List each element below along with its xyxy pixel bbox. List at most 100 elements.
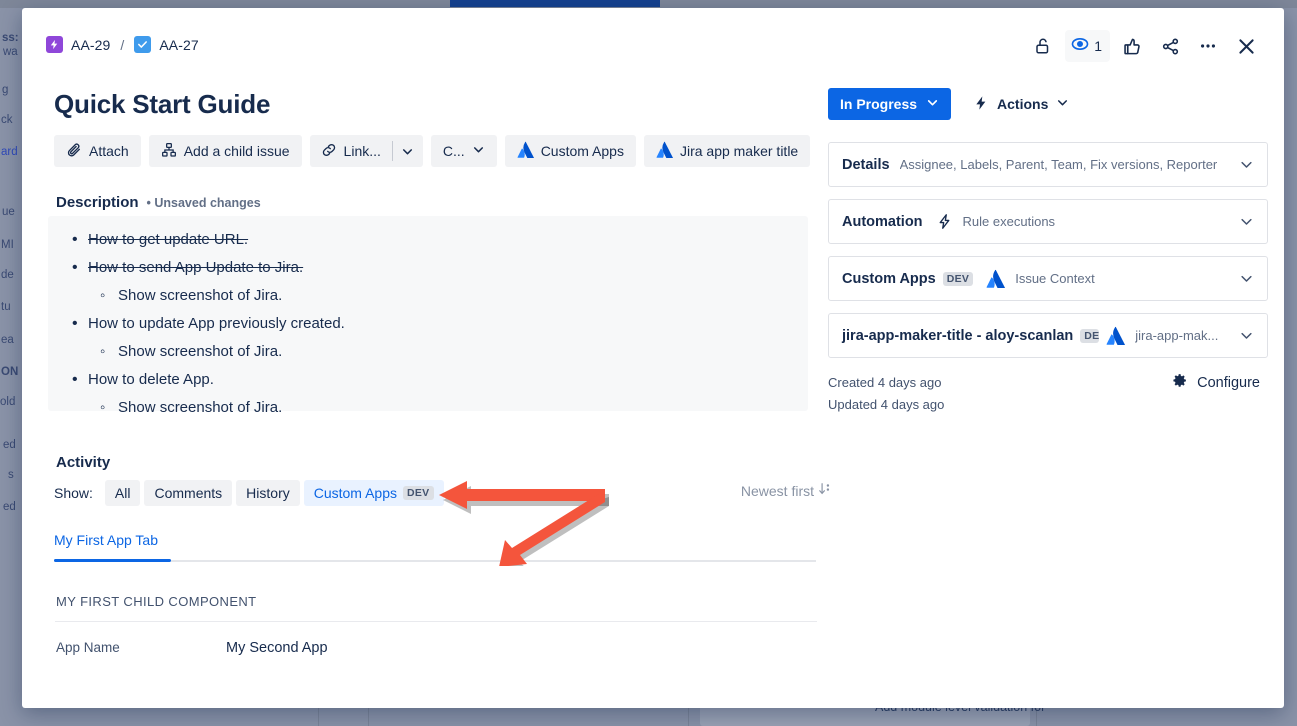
thumbs-up-icon[interactable]	[1116, 30, 1148, 62]
description-body[interactable]: How to get update URL. How to send App U…	[48, 216, 808, 422]
dev-badge: DEV	[403, 486, 434, 500]
atlassian-icon	[1106, 326, 1126, 345]
dev-badge: DEV	[1080, 328, 1100, 343]
sort-descending-icon	[818, 482, 832, 499]
configure-button[interactable]: Configure	[1171, 372, 1268, 393]
atlassian-icon	[986, 269, 1006, 288]
bg-fragment: tu	[1, 301, 11, 313]
description-list: How to get update URL. How to send App U…	[48, 226, 808, 422]
close-icon[interactable]	[1230, 30, 1262, 62]
panel-subtitle: Issue Context	[1015, 271, 1095, 286]
bg-fragment: ue	[2, 206, 15, 218]
actions-label: Actions	[997, 96, 1049, 112]
share-icon[interactable]	[1154, 30, 1186, 62]
list-item: Show screenshot of Jira.	[48, 282, 808, 310]
watch-button[interactable]: 1	[1065, 30, 1110, 62]
status-label: In Progress	[840, 96, 918, 112]
unlock-icon[interactable]	[1027, 30, 1059, 62]
tab-active-indicator	[54, 559, 171, 562]
filter-custom-apps[interactable]: Custom Apps DEV	[303, 480, 444, 506]
filter-all[interactable]: All	[104, 480, 141, 506]
bg-fragment: ed	[3, 501, 16, 513]
actions-button[interactable]: Actions	[969, 88, 1073, 120]
bg-fragment: s	[8, 469, 14, 481]
app-tab-bar: My First App Tab	[54, 532, 816, 557]
status-row: In Progress Actions	[828, 88, 1268, 120]
sort-label: Newest first	[740, 482, 814, 499]
panel-custom-apps[interactable]: Custom Apps DEV Issue Context	[828, 256, 1268, 301]
list-item: Show screenshot of Jira.	[48, 338, 808, 366]
list-item: How to delete App.	[48, 366, 808, 394]
create-truncated-label: C...	[442, 143, 465, 159]
panel-title: jira-app-maker-title - aloy-scanlan	[842, 327, 1074, 344]
panel-subtitle: Assignee, Labels, Parent, Team, Fix vers…	[899, 157, 1218, 172]
bg-fragment: old	[0, 396, 16, 408]
breadcrumb-parent-link[interactable]: AA-29	[71, 37, 110, 53]
paperclip-icon	[66, 142, 82, 161]
panel-title: Custom Apps	[842, 270, 936, 287]
panel-subtitle: jira-app-mak...	[1135, 328, 1219, 343]
custom-apps-button[interactable]: Custom Apps	[504, 135, 636, 167]
epic-icon	[46, 36, 63, 53]
panel-automation[interactable]: Automation Rule executions	[828, 199, 1268, 244]
status-chevron-down-icon	[926, 96, 939, 112]
actions-chevron-down-icon	[1056, 96, 1069, 112]
list-item: How to get update URL.	[48, 226, 808, 254]
chevron-down-icon	[1231, 214, 1254, 229]
show-label: Show:	[54, 485, 93, 501]
task-icon	[134, 36, 152, 53]
create-dropdown-button[interactable]: C...	[430, 135, 497, 167]
link-button[interactable]: Link...	[310, 135, 392, 167]
panel-details[interactable]: Details Assignee, Labels, Parent, Team, …	[828, 142, 1268, 187]
issue-actions-bar: Attach Add a child issue Link... C... Cu…	[54, 135, 811, 167]
app-field-key: App Name	[56, 640, 120, 655]
breadcrumb-current-link[interactable]: AA-27	[159, 37, 198, 53]
updated-label: Updated 4 days ago	[828, 397, 945, 412]
more-actions-icon[interactable]	[1192, 30, 1224, 62]
list-item: How to send App Update to Jira.	[48, 254, 808, 282]
bg-fragment: ard	[1, 146, 18, 158]
panel-subtitle: Rule executions	[962, 214, 1056, 229]
gear-icon	[1171, 372, 1188, 393]
bg-fragment: MI	[1, 239, 14, 251]
child-component-heading: MY FIRST CHILD COMPONENT	[56, 594, 257, 609]
panel-title: Automation	[842, 213, 923, 230]
panel-title: Details	[842, 156, 890, 173]
background-active-tab	[450, 0, 660, 7]
sort-order-button[interactable]: Newest first	[741, 482, 832, 499]
attach-button[interactable]: Attach	[54, 135, 141, 167]
filter-comments[interactable]: Comments	[144, 480, 233, 506]
app-field-row: App Name My Second App	[56, 640, 818, 656]
tab-my-first-app-tab[interactable]: My First App Tab	[54, 532, 158, 557]
unsaved-changes-label: • Unsaved changes	[146, 196, 261, 210]
panel-jira-app-maker[interactable]: jira-app-maker-title - aloy-scanlan DEV …	[828, 313, 1268, 358]
breadcrumb-separator: /	[120, 36, 125, 53]
eye-icon	[1070, 34, 1090, 59]
status-badge[interactable]: In Progress	[828, 88, 952, 120]
link-icon	[321, 142, 337, 161]
bg-fragment: ck	[1, 114, 13, 126]
dev-badge: DEV	[942, 271, 974, 286]
atlassian-icon	[517, 141, 534, 161]
watch-count: 1	[1094, 38, 1102, 54]
issue-detail-modal: AA-29 / AA-27 1 Quick Start Guide Attach…	[22, 8, 1284, 708]
created-label: Created 4 days ago	[828, 375, 942, 390]
child-issue-icon	[161, 142, 177, 161]
link-dropdown-chevron-down-icon[interactable]	[393, 135, 423, 167]
add-child-issue-button[interactable]: Add a child issue	[148, 135, 302, 167]
bg-fragment: ea	[1, 334, 14, 346]
filter-history[interactable]: History	[236, 480, 300, 506]
attach-label: Attach	[89, 143, 129, 159]
create-chevron-down-icon	[472, 143, 485, 159]
link-button-group: Link...	[309, 135, 423, 167]
jira-app-maker-button[interactable]: Jira app maker title	[643, 135, 811, 167]
issue-sidebar: In Progress Actions Details Assignee, La…	[828, 88, 1268, 416]
page-title: Quick Start Guide	[54, 89, 271, 119]
divider	[55, 621, 817, 622]
add-child-label: Add a child issue	[183, 143, 290, 159]
tab-rail	[171, 560, 816, 562]
lightning-icon	[936, 213, 953, 230]
issue-meta: Created 4 days ago Updated 4 days ago Co…	[828, 372, 1268, 416]
list-item: How to update App previously created.	[48, 310, 808, 338]
activity-heading: Activity	[56, 454, 111, 471]
